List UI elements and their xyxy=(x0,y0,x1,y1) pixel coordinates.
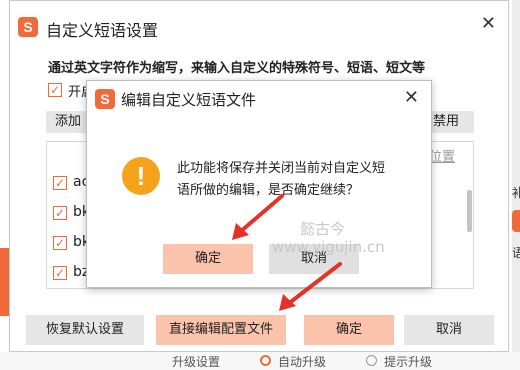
confirm-button[interactable]: 确定 xyxy=(304,315,394,345)
watermark-text: 懿古今 xyxy=(300,220,346,238)
auto-upgrade-radio[interactable] xyxy=(260,355,271,366)
background-right-text: 语 xyxy=(512,246,520,260)
sogou-logo-icon: S xyxy=(95,89,115,109)
row-checkbox[interactable]: ✓ xyxy=(53,206,67,220)
close-icon[interactable]: ✕ xyxy=(404,87,419,108)
row-checkbox[interactable]: ✓ xyxy=(53,236,67,250)
position-column-header[interactable]: 位置 xyxy=(429,146,455,165)
upgrade-settings-row: 升级设置 自动升级 提示升级 xyxy=(0,352,520,370)
prompt-upgrade-radio[interactable] xyxy=(366,355,377,366)
modal-message-line2: 语所做的编辑，是否确定继续？ xyxy=(177,183,360,198)
sogou-logo-icon: S xyxy=(18,17,38,37)
cancel-button[interactable]: 取消 xyxy=(404,315,494,345)
dialog-description: 通过英文字符作为缩写，来输入自定义的特殊符号、短语、短文等 xyxy=(48,61,426,76)
upgrade-settings-label: 升级设置 xyxy=(172,355,221,369)
scroll-thumb[interactable] xyxy=(467,190,472,232)
auto-upgrade-label: 自动升级 xyxy=(278,355,327,369)
close-icon[interactable]: ✕ xyxy=(481,13,496,34)
background-right-icon xyxy=(512,210,520,232)
background-right-text: 补 xyxy=(512,186,520,200)
prompt-upgrade-label: 提示升级 xyxy=(384,355,433,369)
watermark-url: www.yigujin.cn xyxy=(272,238,385,256)
edit-config-file-button[interactable]: 直接编辑配置文件 xyxy=(156,315,286,345)
list-scrollbar[interactable] xyxy=(465,162,473,288)
enable-checkbox[interactable]: ✓ xyxy=(48,83,62,97)
modal-message-line1: 此功能将保存并关闭当前对自定义短 xyxy=(177,161,386,176)
row-checkbox[interactable]: ✓ xyxy=(53,266,67,280)
row-checkbox[interactable]: ✓ xyxy=(53,176,67,190)
restore-defaults-button[interactable]: 恢复默认设置 xyxy=(26,315,144,345)
dialog-title: 自定义短语设置 xyxy=(46,21,159,40)
modal-title: 编辑自定义短语文件 xyxy=(121,91,257,109)
edit-phrase-file-modal: S 编辑自定义短语文件 ✕ ! 此功能将保存并关闭当前对自定义短 语所做的编辑，… xyxy=(86,80,432,288)
modal-confirm-button[interactable]: 确定 xyxy=(163,244,253,274)
warning-icon: ! xyxy=(122,157,160,195)
add-button[interactable]: 添加 xyxy=(46,111,90,133)
